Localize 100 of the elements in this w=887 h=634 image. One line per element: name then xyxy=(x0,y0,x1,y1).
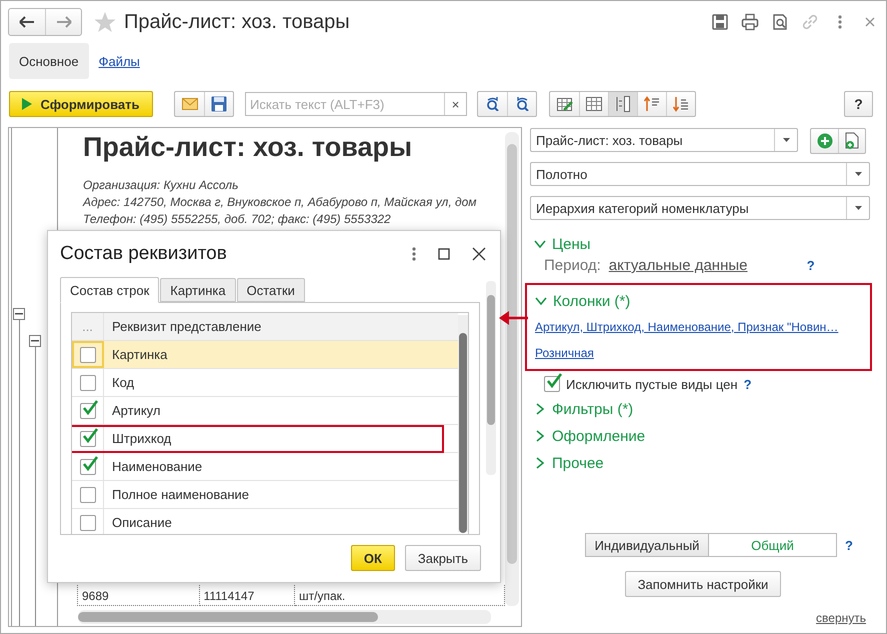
section-header[interactable]: Прочее xyxy=(552,454,604,472)
minus-icon xyxy=(31,340,39,342)
checkbox[interactable] xyxy=(544,376,560,392)
generate-button[interactable]: Сформировать xyxy=(9,91,153,117)
tab[interactable]: Картинка xyxy=(160,278,236,302)
print-icon xyxy=(741,13,759,31)
period-link[interactable]: актуальные данные xyxy=(608,257,807,274)
list-row[interactable]: Наименование xyxy=(72,453,458,481)
more-icon xyxy=(838,15,842,29)
envelope-icon xyxy=(182,98,198,110)
mode-toggle[interactable]: Общий xyxy=(709,533,838,557)
columns-button[interactable] xyxy=(608,92,637,116)
columns-link[interactable]: Артикул, Штрихкод, Наименование, Признак "Новин… xyxy=(535,320,838,334)
row-label: Наименование xyxy=(111,459,202,474)
vertical-scrollbar[interactable] xyxy=(505,132,519,606)
chevron-down-icon xyxy=(534,238,546,250)
table-cell: 9689 xyxy=(78,585,200,606)
checkbox[interactable] xyxy=(80,402,96,418)
dropdown-field[interactable]: Иерархия категорий номенклатуры xyxy=(530,196,870,220)
preview-icon xyxy=(771,13,789,31)
collapse-link[interactable]: свернуть xyxy=(816,611,866,625)
chevron-right-icon xyxy=(534,457,546,469)
dialog-scrollbar[interactable] xyxy=(486,281,496,475)
list-row[interactable]: Штрихкод xyxy=(72,425,458,453)
collapse-icon[interactable] xyxy=(29,335,41,347)
table-cell: шт/упак. xyxy=(294,585,504,606)
row-label: Полное наименование xyxy=(111,487,250,502)
horizontal-scrollbar[interactable] xyxy=(78,610,491,624)
report-title: Прайс-лист: хоз. товары xyxy=(83,132,414,163)
list-row[interactable]: Описание xyxy=(72,509,458,534)
save-settings-button[interactable]: Запомнить настройки xyxy=(624,571,782,597)
report-detail: Адрес: 142750, Москва г, Внуковское п, Абабурово п, Майская ул, дом xyxy=(83,194,478,211)
row-label: Описание xyxy=(111,515,172,530)
window-title: Прайс-лист: хоз. товары xyxy=(124,10,351,34)
play-icon xyxy=(22,98,32,110)
sort-up-icon xyxy=(644,96,660,112)
section-header[interactable]: Колонки (*) xyxy=(553,292,630,310)
section-header[interactable]: Оформление xyxy=(552,428,646,444)
dropdown-icon xyxy=(782,138,790,142)
row-label: Артикул xyxy=(111,403,160,418)
dropdown-field[interactable]: Прайс-лист: хоз. товары xyxy=(530,128,798,152)
list-row[interactable]: Артикул xyxy=(72,397,458,425)
section-header[interactable]: Фильтры (*) xyxy=(552,400,634,418)
dialog-title: Состав реквизитов xyxy=(60,243,228,265)
checkbox[interactable] xyxy=(80,486,96,502)
row-label: Картинка xyxy=(111,347,168,362)
help-link[interactable]: ? xyxy=(744,376,752,392)
list-scrollbar[interactable] xyxy=(458,315,468,532)
report-detail: Организация: Кухни Ассоль xyxy=(83,177,240,194)
close-icon xyxy=(472,247,486,261)
checkbox[interactable] xyxy=(80,346,96,362)
document-plus-icon xyxy=(844,132,860,150)
column-icon xyxy=(615,96,631,112)
ok-button[interactable]: ОК xyxy=(350,545,395,571)
search-field[interactable]: Искать текст (ALT+F3) × xyxy=(245,92,467,116)
table-cell: 11114147 xyxy=(199,585,294,606)
maximize-icon xyxy=(438,248,450,260)
right-arrow-icon xyxy=(56,16,72,28)
checkbox[interactable] xyxy=(80,514,96,530)
list-row[interactable]: Полное наименование xyxy=(72,481,458,509)
period-label: Период: xyxy=(544,257,601,274)
minus-icon xyxy=(15,313,23,315)
search-back-icon xyxy=(514,97,530,111)
list-row[interactable]: Код xyxy=(72,369,458,397)
help-button[interactable]: ? xyxy=(844,91,873,117)
dropdown-icon xyxy=(854,172,862,176)
help-link[interactable]: ? xyxy=(845,538,853,552)
section-header[interactable]: Цены xyxy=(552,236,591,252)
left-arrow-icon xyxy=(19,16,35,28)
star-icon xyxy=(94,11,116,33)
tab[interactable]: Файлы xyxy=(88,43,150,79)
column-header[interactable]: Реквизит представление xyxy=(104,319,262,334)
checkbox[interactable] xyxy=(80,430,96,446)
dropdown-icon xyxy=(854,206,862,210)
floppy-icon xyxy=(211,96,227,112)
tab[interactable]: Основное xyxy=(9,43,89,79)
close-button[interactable]: Закрыть xyxy=(404,545,481,571)
save-icon xyxy=(711,13,729,31)
checkbox-label: Исключить пустые виды цен xyxy=(566,376,738,392)
columns-link[interactable]: Розничная xyxy=(535,346,594,360)
row-label: Код xyxy=(111,375,134,390)
list-row[interactable]: Картинка xyxy=(72,341,458,369)
chevron-right-icon xyxy=(534,403,546,415)
collapse-icon[interactable] xyxy=(13,308,25,320)
chevron-down-icon xyxy=(535,295,547,307)
chevron-right-icon xyxy=(534,430,546,442)
mode-toggle[interactable]: Индивидуальный xyxy=(585,533,710,557)
checkbox[interactable] xyxy=(80,374,96,390)
table-edit-icon xyxy=(556,96,572,112)
tab[interactable]: Остатки xyxy=(236,278,305,302)
search-forward-icon xyxy=(484,97,500,111)
link-icon xyxy=(801,13,819,31)
tab[interactable]: Состав строк xyxy=(60,277,160,303)
more-icon xyxy=(412,247,416,261)
checkbox[interactable] xyxy=(80,458,96,474)
sort-down-icon xyxy=(673,96,689,112)
table-icon xyxy=(586,97,602,111)
dropdown-field[interactable]: Полотно xyxy=(530,162,870,186)
help-link[interactable]: ? xyxy=(806,258,815,273)
plus-circle-icon xyxy=(816,133,832,149)
